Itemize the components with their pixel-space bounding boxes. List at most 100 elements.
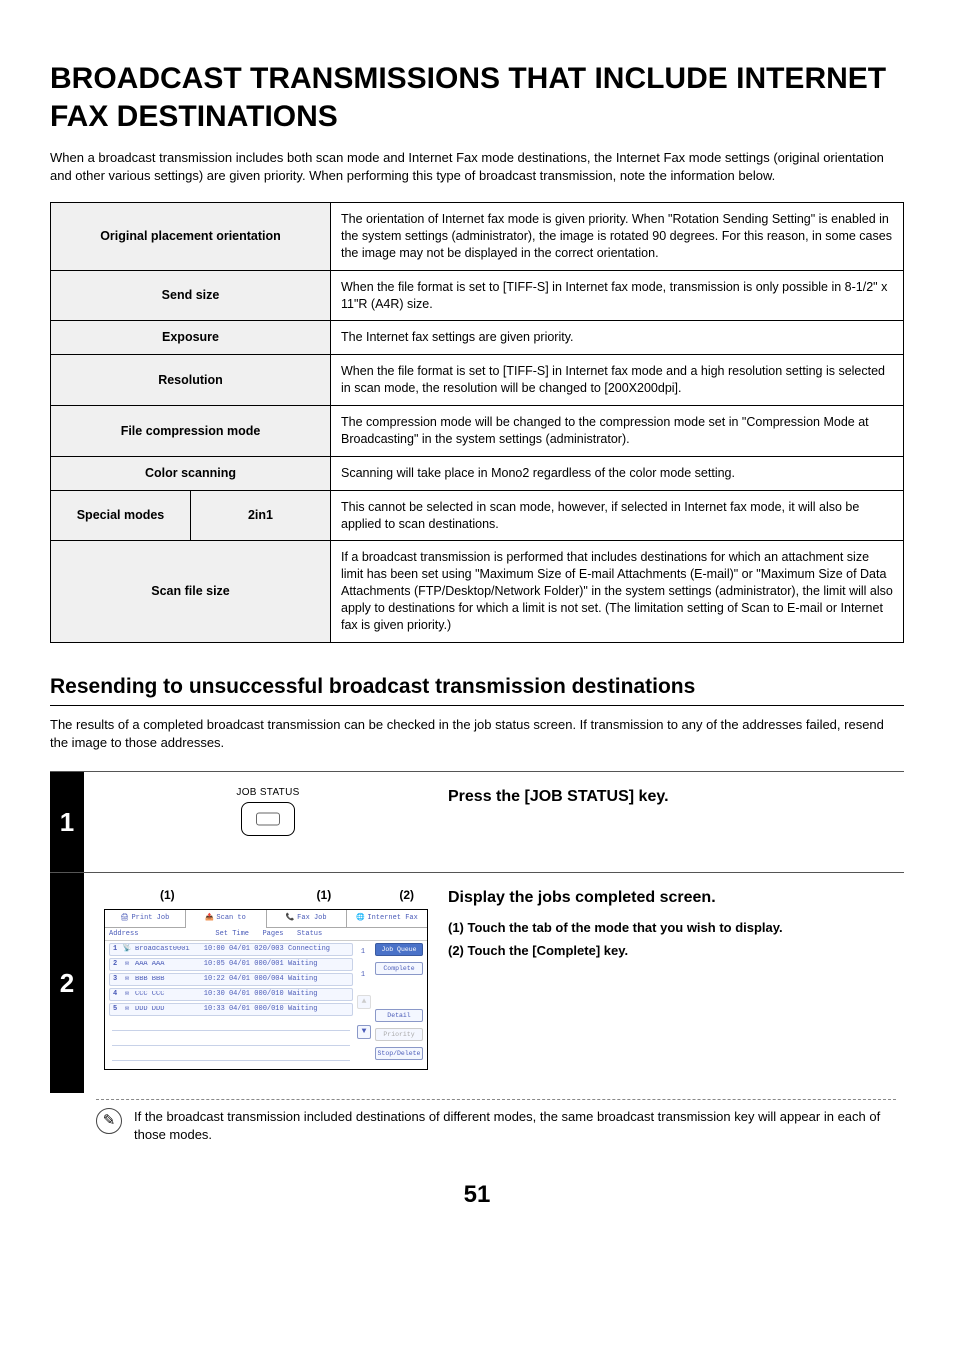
- callout-1: (1): [110, 887, 283, 903]
- row-address: CCC CCC: [135, 991, 193, 998]
- job-queue-button[interactable]: Job Queue: [375, 943, 423, 956]
- substep-text: Touch the tab of the mode that you wish …: [468, 920, 783, 935]
- tab-scan-to[interactable]: 📤Scan to: [186, 910, 267, 927]
- row-desc: If a broadcast transmission is performed…: [331, 541, 904, 642]
- subintro-paragraph: The results of a completed broadcast tra…: [50, 716, 904, 751]
- row-desc: This cannot be selected in scan mode, ho…: [331, 490, 904, 541]
- row-label: Send size: [51, 270, 331, 321]
- page-number: 51: [50, 1179, 904, 1211]
- row-time: 10:30 04/01: [196, 991, 250, 998]
- row-time: 10:33 04/01: [196, 1006, 250, 1013]
- row-desc: The orientation of Internet fax mode is …: [331, 203, 904, 271]
- substep-2: (2) Touch the [Complete] key.: [448, 942, 894, 960]
- job-row[interactable]: 2 ✉ AAA AAA 10:05 04/01 000/001 Waiting: [109, 958, 353, 971]
- intro-paragraph: When a broadcast transmission includes b…: [50, 149, 904, 184]
- row-pages: 000/001: [253, 961, 285, 968]
- tab-print-job[interactable]: 🖨Print Job: [105, 910, 186, 927]
- row-address: AAA AAA: [135, 961, 193, 968]
- scroll-down-button[interactable]: ▼: [357, 1025, 371, 1039]
- key-shape-icon: [241, 802, 295, 836]
- priority-button[interactable]: Priority: [375, 1028, 423, 1041]
- tab-label: Fax Job: [297, 915, 326, 922]
- page-indicator: 1: [361, 949, 367, 956]
- hdr-pages: Pages: [253, 931, 293, 938]
- empty-row: [112, 1018, 350, 1031]
- row-label: Scan file size: [51, 541, 331, 642]
- row-address: Broadcast0001: [135, 946, 193, 953]
- page-indicator: 1: [361, 972, 367, 979]
- detail-button[interactable]: Detail: [375, 1009, 423, 1022]
- row-index: 2: [113, 961, 119, 968]
- globe-icon: 🌐: [356, 915, 364, 923]
- hdr-status: Status: [297, 931, 423, 938]
- row-time: 10:22 04/01: [196, 976, 250, 983]
- row-index: 4: [113, 991, 119, 998]
- row-pages: 020/003: [253, 946, 285, 953]
- note-text: If the broadcast transmission included d…: [134, 1108, 896, 1143]
- row-label: Color scanning: [51, 456, 331, 490]
- row-desc: When the file format is set to [TIFF-S] …: [331, 355, 904, 406]
- substep-num: (2): [448, 943, 464, 958]
- row-time: 10:05 04/01: [196, 961, 250, 968]
- row-status: Connecting: [288, 946, 349, 953]
- step-number: 1: [50, 772, 84, 872]
- job-row[interactable]: 3 ✉ BBB BBB 10:22 04/01 000/004 Waiting: [109, 973, 353, 986]
- tab-fax-job[interactable]: 📞Fax Job: [267, 910, 348, 927]
- row-pages: 000/010: [253, 991, 285, 998]
- hdr-address: Address: [109, 931, 185, 938]
- job-row[interactable]: 5 ✉ DDD DDD 10:33 04/01 000/010 Waiting: [109, 1003, 353, 1016]
- job-row[interactable]: 1 📡 Broadcast0001 10:00 04/01 020/003 Co…: [109, 943, 353, 956]
- callouts: (1) (1) (2): [104, 887, 428, 903]
- mail-icon: ✉: [122, 976, 132, 983]
- pencil-icon: ✎: [96, 1108, 122, 1134]
- step-title: Press the [JOB STATUS] key.: [448, 786, 894, 808]
- step-2: 2 (1) (1) (2) 🖨Print Job 📤Scan to 📞Fax J…: [50, 872, 904, 1143]
- row-status: Waiting: [288, 1006, 349, 1013]
- settings-table: Original placement orientation The orien…: [50, 202, 904, 643]
- row-desc: When the file format is set to [TIFF-S] …: [331, 270, 904, 321]
- mail-icon: ✉: [122, 961, 132, 968]
- mail-icon: ✉: [122, 991, 132, 998]
- row-label: Original placement orientation: [51, 203, 331, 271]
- page-title: BROADCAST TRANSMISSIONS THAT INCLUDE INT…: [50, 60, 904, 135]
- scan-icon: 📤: [205, 915, 213, 923]
- tab-internet-fax[interactable]: 🌐Internet Fax: [347, 910, 427, 927]
- tab-label: Print Job: [131, 915, 169, 922]
- callout-2: (2): [365, 887, 422, 903]
- hdr-time: Set Time: [189, 931, 249, 938]
- row-address: DDD DDD: [135, 1006, 193, 1013]
- row-pages: 000/004: [253, 976, 285, 983]
- mail-icon: ✉: [122, 1006, 132, 1013]
- substep-num: (1): [448, 920, 464, 935]
- row-label: File compression mode: [51, 406, 331, 457]
- job-row[interactable]: 4 ✉ CCC CCC 10:30 04/01 000/010 Waiting: [109, 988, 353, 1001]
- row-address: BBB BBB: [135, 976, 193, 983]
- step-number: 2: [50, 873, 84, 1093]
- empty-row: [112, 1048, 350, 1061]
- row-desc: The compression mode will be changed to …: [331, 406, 904, 457]
- row-index: 3: [113, 976, 119, 983]
- substep-text: Touch the [Complete] key.: [468, 943, 629, 958]
- scroll-up-button[interactable]: ▲: [357, 995, 371, 1009]
- stop-delete-button[interactable]: Stop/Delete: [375, 1047, 423, 1060]
- row-status: Waiting: [288, 991, 349, 998]
- row-status: Waiting: [288, 961, 349, 968]
- subheading: Resending to unsuccessful broadcast tran…: [50, 673, 904, 706]
- column-headers: Address Set Time Pages Status: [105, 928, 427, 941]
- note: ✎ If the broadcast transmission included…: [96, 1099, 896, 1143]
- substep-1: (1) Touch the tab of the mode that you w…: [448, 919, 894, 937]
- row-label-right: 2in1: [191, 490, 331, 541]
- row-label: Exposure: [51, 321, 331, 355]
- phone-icon: 📞: [286, 915, 294, 923]
- step-title: Display the jobs completed screen.: [448, 887, 894, 909]
- tabs: 🖨Print Job 📤Scan to 📞Fax Job 🌐Internet F…: [105, 910, 427, 928]
- empty-row: [112, 1033, 350, 1046]
- broadcast-icon: 📡: [122, 946, 132, 953]
- complete-button[interactable]: Complete: [375, 962, 423, 975]
- tab-label: Internet Fax: [367, 915, 417, 922]
- arrow-up-icon: ▲: [362, 998, 367, 1006]
- row-index: 5: [113, 1006, 119, 1013]
- tab-label: Scan to: [216, 915, 245, 922]
- printer-icon: 🖨: [120, 915, 128, 923]
- row-desc: The Internet fax settings are given prio…: [331, 321, 904, 355]
